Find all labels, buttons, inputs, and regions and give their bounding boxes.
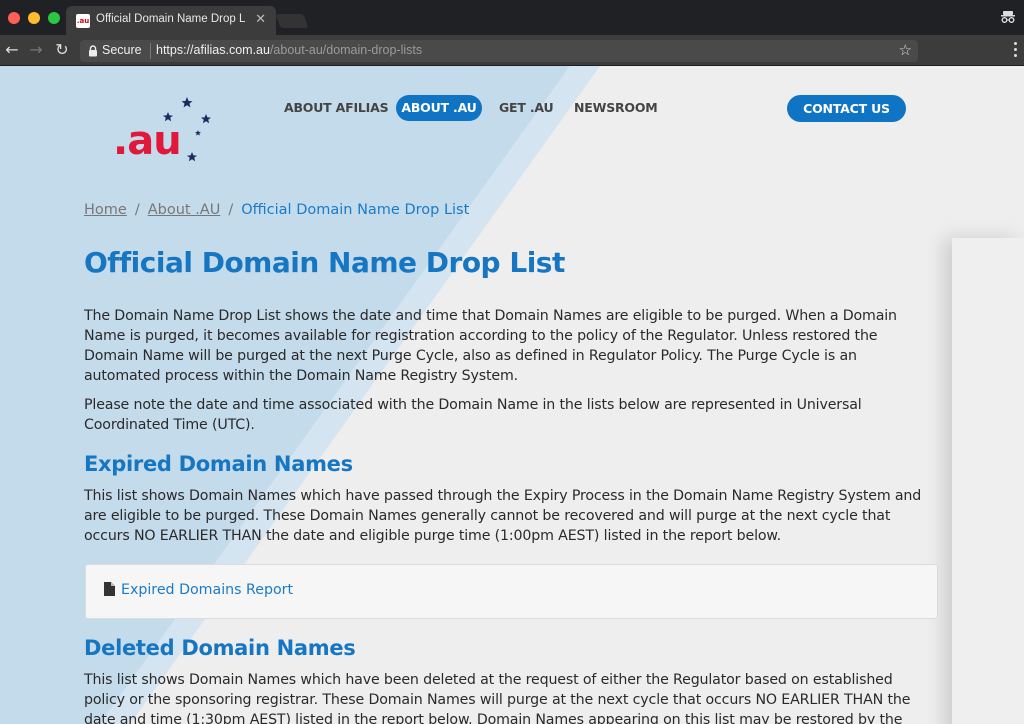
web-page: .au ABOUT AFILIAS ABOUT .AU GET .AU NEWS… [0,66,1024,724]
breadcrumb-separator: / [228,202,234,218]
expired-domains-report-link[interactable]: Expired Domains Report [121,582,293,598]
url-host: https://afilias.com.au [156,43,270,57]
address-toolbar: ← → ↻ Secure https://afilias.com.au/abou… [0,35,1024,66]
deleted-domains-description: This list shows Domain Names which have … [84,672,911,724]
site-logo[interactable]: .au [110,96,220,166]
minimize-window-button[interactable] [28,12,40,24]
breadcrumb-current: Official Domain Name Drop List [241,202,470,218]
favicon-icon: .au [76,14,90,28]
contact-us-button[interactable]: CONTACT US [787,95,906,122]
file-icon [104,582,115,596]
nav-get-au[interactable]: GET .AU [499,95,554,121]
expired-domains-heading: Expired Domain Names [84,452,353,476]
new-tab-button[interactable] [275,14,309,28]
forward-arrow-icon[interactable]: → [28,42,44,58]
breadcrumb: Home / About .AU / Official Domain Name Drop… [84,202,469,218]
reload-icon[interactable]: ↻ [54,42,70,58]
bookmark-star-icon[interactable]: ☆ [899,41,912,59]
maximize-window-button[interactable] [48,12,60,24]
expired-report-box: Expired Domains Report [85,564,938,619]
incognito-icon[interactable] [1000,9,1016,25]
breadcrumb-home[interactable]: Home [84,202,127,218]
url-divider [150,43,151,59]
tab-close-icon[interactable]: ✕ [255,12,266,27]
secure-label: Secure [102,43,142,57]
url-path: /about-au/domain-drop-lists [269,43,423,57]
browser-menu-icon[interactable] [1014,42,1018,58]
logo-wordmark: .au [113,118,182,164]
url-text[interactable]: https://afilias.com.au/about-au/domain-d… [156,43,422,57]
breadcrumb-about-au[interactable]: About .AU [148,202,221,218]
deleted-domains-heading: Deleted Domain Names [84,636,356,660]
tab-title: Official Domain Name Drop List [96,13,246,25]
nav-about-au[interactable]: ABOUT .AU [396,95,482,121]
intro-paragraph: The Domain Name Drop List shows the date… [84,308,897,384]
url-bar[interactable]: Secure https://afilias.com.au/about-au/d… [80,40,918,62]
nav-newsroom[interactable]: NEWSROOM [574,95,658,121]
expired-domains-description: This list shows Domain Names which have … [84,488,922,544]
nav-about-afilias[interactable]: ABOUT AFILIAS [284,95,389,121]
utc-note-paragraph: Please note the date and time associated… [84,397,862,433]
back-arrow-icon[interactable]: ← [4,42,20,58]
close-window-button[interactable] [8,12,20,24]
breadcrumb-separator: / [134,202,140,218]
browser-tab[interactable]: .au Official Domain Name Drop List ✕ [66,6,276,35]
lock-icon [89,45,97,57]
content-panel-shadow [952,238,1024,724]
page-title: Official Domain Name Drop List [84,246,565,279]
browser-tab-bar: .au Official Domain Name Drop List ✕ [0,0,1024,35]
